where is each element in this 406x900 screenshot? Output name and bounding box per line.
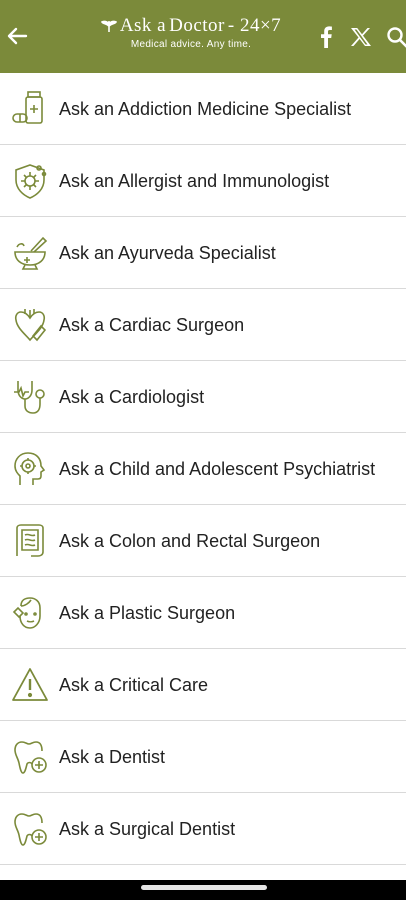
intestine-icon (10, 521, 50, 561)
specialist-list: Ask an Addiction Medicine Specialist Ask… (0, 73, 406, 865)
list-item[interactable]: Ask an Ayurveda Specialist (0, 217, 406, 289)
app-header: Ask a Doctor - 24×7 Medical advice. Any … (0, 0, 406, 73)
stethoscope-icon (10, 377, 50, 417)
list-item-label: Ask an Ayurveda Specialist (59, 242, 276, 263)
face-surgery-icon (10, 593, 50, 633)
search-icon[interactable] (384, 24, 406, 50)
list-item-label: Ask a Cardiac Surgeon (59, 314, 245, 335)
leaf-icon (100, 19, 117, 33)
child-mind-icon (10, 449, 50, 489)
list-item-label: Ask an Addiction Medicine Specialist (59, 98, 352, 119)
list-item[interactable]: Ask a Colon and Rectal Surgeon (0, 505, 406, 577)
shield-virus-icon (10, 161, 50, 201)
list-item[interactable]: Ask a Surgical Dentist (0, 793, 406, 865)
list-item[interactable]: Ask an Allergist and Immunologist (0, 145, 406, 217)
list-item[interactable]: Ask a Plastic Surgeon (0, 577, 406, 649)
warning-triangle-icon (10, 665, 50, 705)
list-item-label: Ask a Critical Care (59, 674, 209, 695)
back-arrow-icon[interactable] (2, 19, 32, 53)
list-item[interactable]: Ask an Addiction Medicine Specialist (0, 73, 406, 145)
list-item[interactable]: Ask a Child and Adolescent Psychiatrist (0, 433, 406, 505)
list-item-label: Ask a Plastic Surgeon (59, 602, 236, 623)
surgical-tooth-icon (10, 809, 50, 849)
list-item-label: Ask a Surgical Dentist (59, 818, 236, 839)
list-item-label: Ask a Cardiologist (59, 386, 205, 407)
list-item[interactable]: Ask a Critical Care (0, 649, 406, 721)
facebook-icon[interactable] (313, 24, 339, 50)
list-item-label: Ask an Allergist and Immunologist (59, 170, 330, 191)
logo-name: Doctor (169, 15, 225, 36)
heart-surgery-icon (10, 305, 50, 345)
mortar-pestle-icon (10, 233, 50, 273)
logo-tagline: Medical advice. Any time. (130, 39, 252, 50)
list-item-label: Ask a Colon and Rectal Surgeon (59, 530, 321, 551)
list-item[interactable]: Ask a Dentist (0, 721, 406, 793)
list-item[interactable]: Ask a Cardiologist (0, 361, 406, 433)
list-item[interactable]: Ask a Cardiac Surgeon (0, 289, 406, 361)
pill-bottle-icon (10, 89, 50, 129)
list-item-label: Ask a Dentist (59, 746, 166, 767)
system-nav-bar (0, 880, 406, 900)
logo-suffix: - 24×7 (227, 15, 282, 36)
logo-prefix: Ask a (119, 15, 167, 36)
tooth-icon (10, 737, 50, 777)
list-item-label: Ask a Child and Adolescent Psychiatrist (59, 458, 376, 479)
home-gesture-handle[interactable] (141, 885, 267, 890)
app-logo: Ask a Doctor - 24×7 Medical advice. Any … (86, 15, 296, 50)
x-icon[interactable] (348, 24, 374, 50)
